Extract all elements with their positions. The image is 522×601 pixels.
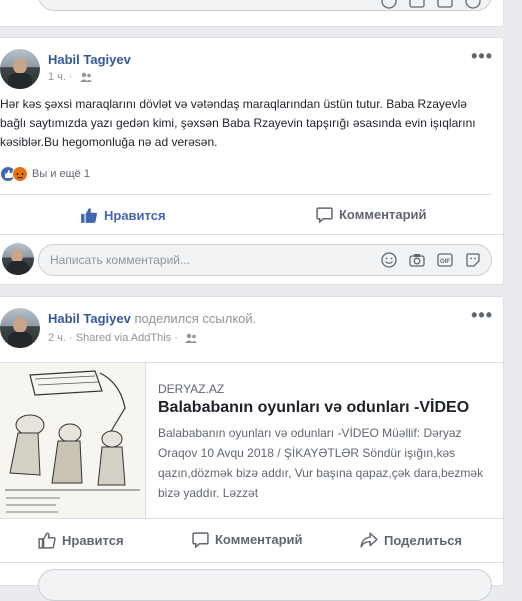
like-label: Нравится xyxy=(104,207,166,223)
link-preview-image[interactable] xyxy=(0,363,146,518)
emoji-icon[interactable] xyxy=(381,0,397,9)
post-options-icon[interactable]: ••• xyxy=(471,46,493,67)
comment-input[interactable]: Написать комментарий... GIF xyxy=(38,244,492,276)
post-card: Habil Tagiyev 1 ч. · ••• Hər kəs şəxsi m… xyxy=(0,37,504,285)
link-domain: DERYAZ.AZ xyxy=(158,382,225,396)
svg-text:GIF: GIF xyxy=(440,259,450,265)
share-label: Поделиться xyxy=(384,532,463,548)
comment-button[interactable]: Комментарий xyxy=(316,206,427,223)
comment-tools: GIF xyxy=(381,252,481,268)
share-icon xyxy=(360,532,378,548)
author-avatar[interactable] xyxy=(0,49,40,89)
divider xyxy=(0,194,491,195)
divider xyxy=(0,234,503,235)
previous-comment-input[interactable] xyxy=(38,0,492,11)
current-user-avatar xyxy=(2,243,34,275)
post-time[interactable]: 1 ч. xyxy=(48,71,66,83)
post-dot: · xyxy=(69,332,76,344)
angry-reaction-icon xyxy=(12,166,28,182)
link-preview[interactable]: DERYAZ.AZ Balababanın oyunları və odunla… xyxy=(0,362,504,519)
post-author[interactable]: Habil Tagiyev xyxy=(48,52,131,67)
emoji-icon[interactable] xyxy=(381,252,397,268)
reactions-summary[interactable]: Вы и ещё 1 xyxy=(0,166,90,182)
comment-input[interactable] xyxy=(38,569,492,601)
comment-placeholder: Написать комментарий... xyxy=(50,253,191,267)
shared-via[interactable]: Shared via AddThis xyxy=(76,332,171,344)
reactions-text: Вы и ещё 1 xyxy=(32,168,90,180)
link-description: Balababanın oyunları və odunları -VİDEO … xyxy=(158,426,484,500)
post-time[interactable]: 2 ч. xyxy=(48,332,66,344)
link-title[interactable]: Balababanın oyunları və odunları -VİDEO xyxy=(158,399,488,417)
previous-post-card xyxy=(0,0,504,27)
comment-icon xyxy=(316,207,333,223)
camera-icon[interactable] xyxy=(409,252,425,268)
like-label: Нравится xyxy=(62,532,124,548)
post-header: Habil Tagiyev поделился ссылкой. xyxy=(48,311,256,326)
post-meta: 2 ч. · Shared via AddThis · xyxy=(48,332,197,344)
post-card: Habil Tagiyev поделился ссылкой. 2 ч. · … xyxy=(0,296,504,601)
shared-text[interactable]: поделился ссылкой. xyxy=(134,311,256,326)
sticker-icon[interactable] xyxy=(465,0,481,9)
previous-comment-icons xyxy=(381,0,481,9)
share-button[interactable]: Поделиться xyxy=(360,531,462,549)
author-avatar[interactable] xyxy=(0,308,40,348)
friends-audience-icon[interactable] xyxy=(79,72,92,83)
thumbs-up-icon xyxy=(81,208,98,223)
post-meta: 1 ч. · xyxy=(48,71,92,83)
post-dot: · xyxy=(69,71,76,83)
gif-icon[interactable]: GIF xyxy=(437,252,453,268)
comment-icon xyxy=(192,532,209,548)
post-author[interactable]: Habil Tagiyev xyxy=(48,311,131,326)
like-button[interactable]: Нравится xyxy=(38,531,124,549)
cartoon-image xyxy=(0,363,145,518)
comment-label: Комментарий xyxy=(339,207,427,222)
comment-label: Комментарий xyxy=(215,532,303,547)
gif-icon[interactable] xyxy=(437,0,453,9)
like-button[interactable]: Нравится xyxy=(80,206,166,224)
friends-audience-icon[interactable] xyxy=(184,333,197,344)
post-text: Hər kəs şəxsi maraqlarını dövlət və vətə… xyxy=(0,97,476,149)
comment-button[interactable]: Комментарий xyxy=(192,531,303,548)
divider xyxy=(0,562,503,563)
camera-icon[interactable] xyxy=(409,0,425,9)
post-dot: · xyxy=(174,332,181,344)
sticker-icon[interactable] xyxy=(465,252,481,268)
thumbs-up-icon xyxy=(38,532,56,549)
post-options-icon[interactable]: ••• xyxy=(471,305,493,326)
